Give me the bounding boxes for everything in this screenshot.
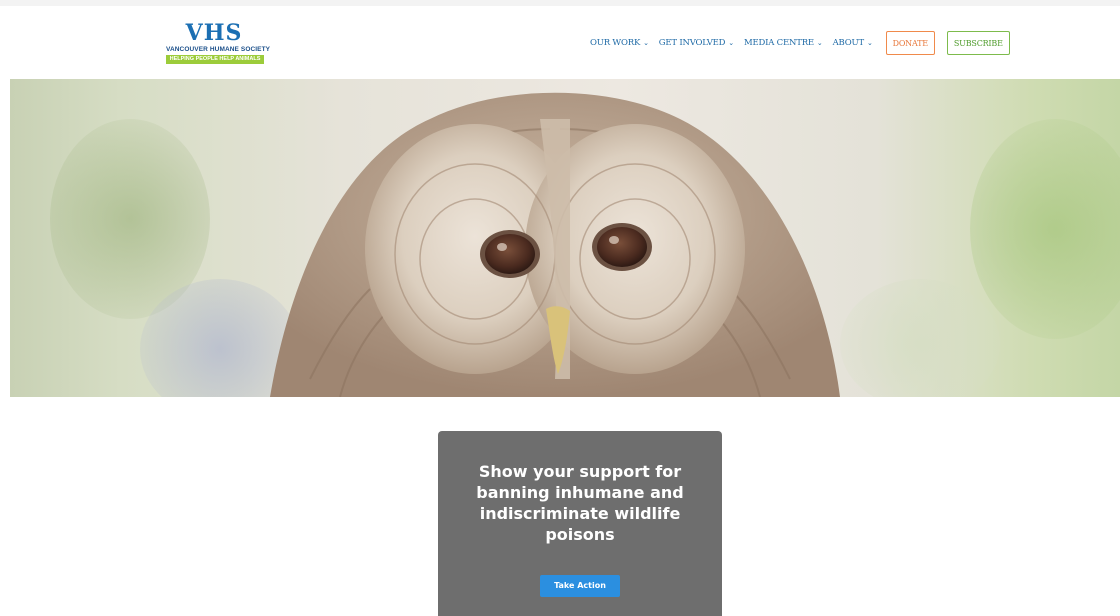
hero-background-blur bbox=[840, 279, 1000, 397]
take-action-button[interactable]: Take Action bbox=[540, 575, 620, 597]
chevron-down-icon: ⌄ bbox=[866, 39, 873, 47]
logo-mark: VHS bbox=[185, 20, 243, 46]
site-header: VHS VANCOUVER HUMANE SOCIETY HELPING PEO… bbox=[0, 6, 1120, 78]
cta-heading: Show your support for banning inhumane a… bbox=[476, 462, 684, 544]
hero-banner bbox=[10, 79, 1120, 397]
barred-owl-image bbox=[270, 92, 840, 397]
donate-button[interactable]: DONATE bbox=[885, 31, 935, 55]
nav-item-label: OUR WORK bbox=[590, 38, 641, 48]
hero-background-blur bbox=[970, 119, 1120, 339]
nav-item-media-centre[interactable]: MEDIA CENTRE ⌄ bbox=[744, 30, 823, 56]
main-navigation: OUR WORK ⌄ GET INVOLVED ⌄ MEDIA CENTRE ⌄… bbox=[590, 30, 1010, 56]
nav-item-our-work[interactable]: OUR WORK ⌄ bbox=[590, 30, 649, 56]
vhs-logo[interactable]: VHS VANCOUVER HUMANE SOCIETY HELPING PEO… bbox=[166, 20, 271, 66]
call-to-action-card: Show your support for banning inhumane a… bbox=[438, 431, 722, 616]
subscribe-button[interactable]: SUBSCRIBE bbox=[946, 31, 1010, 55]
logo-organization-name: VANCOUVER HUMANE SOCIETY bbox=[166, 46, 271, 53]
chevron-down-icon: ⌄ bbox=[728, 39, 734, 47]
chevron-down-icon: ⌄ bbox=[816, 39, 823, 47]
logo-tagline: HELPING PEOPLE HELP ANIMALS bbox=[166, 55, 264, 64]
nav-item-label: ABOUT bbox=[832, 38, 865, 48]
nav-item-about[interactable]: ABOUT ⌄ bbox=[833, 30, 873, 56]
chevron-down-icon: ⌄ bbox=[643, 39, 649, 47]
nav-item-get-involved[interactable]: GET INVOLVED ⌄ bbox=[659, 30, 734, 56]
nav-item-label: MEDIA CENTRE bbox=[743, 38, 814, 48]
nav-item-label: GET INVOLVED bbox=[658, 38, 726, 48]
